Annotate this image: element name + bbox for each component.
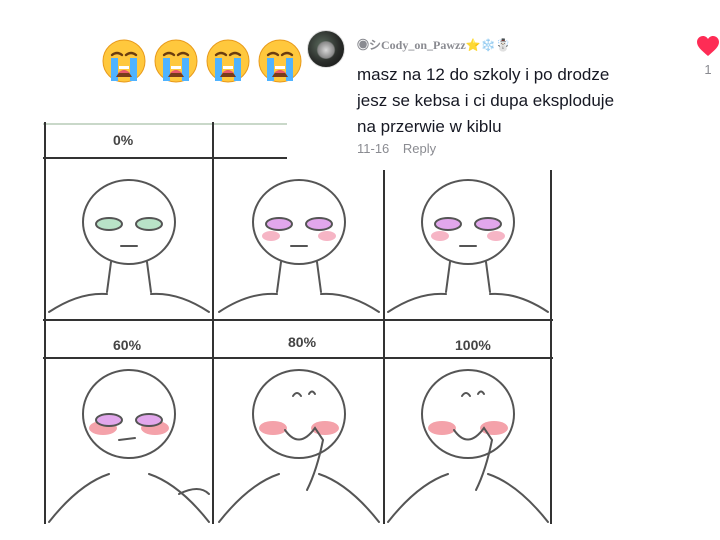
blush [487, 231, 505, 241]
blush [262, 231, 280, 241]
emoji-reaction-row [100, 37, 304, 85]
avatar[interactable] [307, 30, 345, 68]
panel-label-0: 0% [113, 132, 134, 148]
loudly-crying-face-icon [204, 37, 252, 85]
comment-text: masz na 12 do szkoly i po drodze jesz se… [357, 62, 657, 140]
comment-username[interactable]: ◉シCody_on_Pawzz⭐❄️☃️ [357, 36, 511, 53]
blush [431, 231, 449, 241]
blush [318, 231, 336, 241]
eye [265, 217, 293, 231]
comment-date: 11-16 [357, 141, 390, 156]
comment-meta: 11-16 Reply [357, 141, 436, 156]
blush [428, 421, 456, 435]
like-count: 1 [704, 62, 712, 77]
eye [95, 413, 123, 427]
meme-image[interactable]: 0% 60% 80% 100% [43, 122, 553, 524]
comment-line: na przerwie w kiblu [357, 117, 502, 136]
loudly-crying-face-icon [152, 37, 200, 85]
panel-label-60: 60% [113, 337, 142, 353]
panel-label-100: 100% [455, 337, 491, 353]
loudly-crying-face-icon [256, 37, 304, 85]
comment-line: jesz se kebsa i ci dupa eksploduje [357, 91, 615, 110]
like-button[interactable]: 1 [694, 35, 720, 77]
eye [305, 217, 333, 231]
eye [135, 217, 163, 231]
reply-button[interactable]: Reply [403, 141, 436, 156]
eye [474, 217, 502, 231]
comment-line: masz na 12 do szkoly i po drodze [357, 65, 610, 84]
panel-label-80: 80% [288, 334, 317, 350]
loudly-crying-face-icon [100, 37, 148, 85]
eye [95, 217, 123, 231]
eye [434, 217, 462, 231]
heart-icon[interactable] [696, 35, 720, 57]
blush [259, 421, 287, 435]
eye [135, 413, 163, 427]
